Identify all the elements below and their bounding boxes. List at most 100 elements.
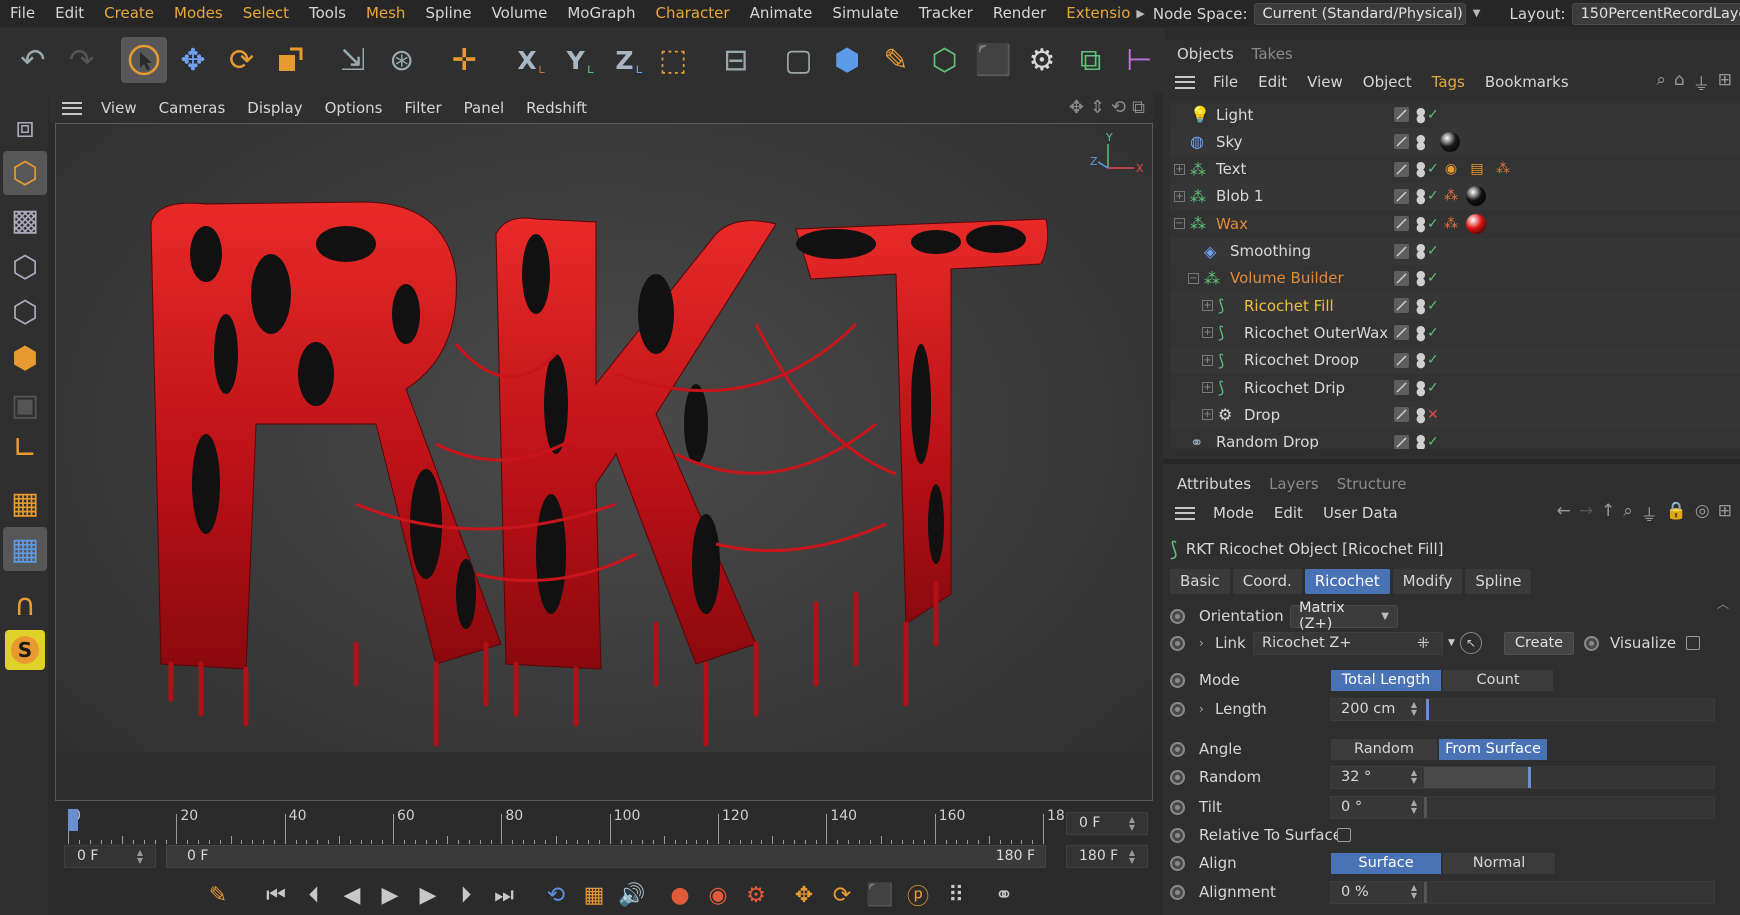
disabled-x-icon[interactable]: ✕ [1427, 407, 1439, 423]
object-row[interactable]: + ⟆ Ricochet Fill ● ● ✓ [1170, 292, 1740, 320]
link-field[interactable]: Ricochet Z+ [1253, 631, 1443, 655]
expand-toggle-icon[interactable]: + [1202, 300, 1213, 312]
layer-edit-toggle[interactable] [1394, 134, 1409, 150]
enabled-check-icon[interactable]: ✓ [1427, 325, 1439, 341]
layer-edit-toggle[interactable] [1394, 380, 1409, 395]
new-window-icon[interactable]: ⊞ [1718, 501, 1732, 526]
render-settings-icon[interactable]: ⊟ [713, 37, 759, 83]
viewport-menu-panel[interactable]: Panel [453, 99, 515, 117]
play-icon[interactable]: ▶ [372, 879, 408, 911]
orientation-dropdown[interactable]: Matrix (Z+) ▼ [1290, 600, 1398, 632]
key-parameter-icon[interactable]: ⓟ [900, 879, 936, 911]
attributes-menu-mode[interactable]: Mode [1203, 504, 1264, 522]
object-row[interactable]: + ⟆ Ricochet Drip ● ● ✓ [1170, 374, 1740, 401]
expand-toggle-icon[interactable]: + [1174, 163, 1185, 175]
layer-edit-toggle[interactable] [1394, 434, 1409, 449]
subtab-coord[interactable]: Coord. [1232, 569, 1302, 594]
stepper-icon[interactable]: ▲ ▼ [1411, 701, 1417, 717]
visualize-checkbox[interactable] [1686, 636, 1700, 650]
objects-menu-file[interactable]: File [1203, 73, 1248, 91]
go-to-end-icon[interactable]: ⏭ [486, 879, 522, 911]
relative-anim-radio[interactable] [1170, 827, 1185, 843]
objects-menu-bookmarks[interactable]: Bookmarks [1475, 73, 1579, 91]
subtab-spline[interactable]: Spline [1465, 569, 1532, 594]
alignment-input[interactable]: 0 % ▲ ▼ [1330, 880, 1422, 904]
forward-arrow-icon[interactable]: → [1579, 501, 1593, 526]
search-icon[interactable]: ⌕ [1623, 501, 1633, 526]
viewport-menu-view[interactable]: View [90, 99, 148, 117]
viewport-menu-filter[interactable]: Filter [393, 99, 452, 117]
menu-create[interactable]: Create [94, 0, 164, 27]
enabled-check-icon[interactable]: ✓ [1427, 380, 1439, 396]
pan-icon[interactable]: ✥ [1069, 97, 1084, 118]
polygon-mode-icon[interactable]: ⬢ [3, 336, 47, 380]
menu-render[interactable]: Render [983, 0, 1056, 27]
layer-edit-toggle[interactable] [1394, 325, 1409, 341]
stepper-icon[interactable]: ▲ ▼ [1129, 848, 1135, 865]
previous-key-icon[interactable]: ⏴ [296, 879, 332, 911]
menu-edit[interactable]: Edit [45, 0, 94, 27]
cloner-icon[interactable]: ⚙ [1019, 37, 1065, 83]
object-row[interactable]: + ⟆ Ricochet Droop ● ● ✓ [1170, 346, 1740, 374]
objects-menu-tags[interactable]: Tags [1422, 73, 1475, 91]
menu-file[interactable]: File [0, 0, 45, 27]
visibility-dots-icon[interactable]: ● ● [1416, 297, 1426, 315]
pen-tool-icon[interactable]: ✎ [873, 37, 919, 83]
link-anim-radio[interactable] [1170, 635, 1185, 651]
menu-tracker[interactable]: Tracker [909, 0, 983, 27]
link-expand-chevron-icon[interactable]: › [1199, 636, 1204, 650]
attributes-menu-edit[interactable]: Edit [1264, 504, 1313, 522]
auto-key-icon[interactable]: ◉ [700, 879, 736, 911]
material-tag-icon[interactable] [1466, 213, 1486, 234]
enabled-check-icon[interactable]: ✓ [1427, 161, 1439, 177]
tab-layers[interactable]: Layers [1261, 475, 1329, 498]
layer-edit-toggle[interactable] [1394, 298, 1409, 314]
menu-animate[interactable]: Animate [740, 0, 823, 27]
menu-simulate[interactable]: Simulate [822, 0, 908, 27]
display-tag-icon[interactable]: ◉ [1440, 159, 1462, 179]
point-mode-icon[interactable]: ⬡ [3, 245, 47, 289]
tilt-slider[interactable] [1423, 795, 1715, 819]
enabled-check-icon[interactable]: ✓ [1427, 352, 1439, 368]
stepper-icon[interactable]: ▲ ▼ [1411, 884, 1417, 900]
random-slider[interactable] [1423, 765, 1715, 789]
object-row[interactable]: 💡 Light ● ● ✓ [1170, 101, 1740, 128]
length-expand-chevron-icon[interactable]: › [1199, 702, 1204, 716]
model-mode-icon[interactable]: ⬡ [3, 151, 47, 195]
sound-icon[interactable]: 🔊 [614, 879, 650, 911]
random-anim-radio[interactable] [1170, 769, 1185, 785]
menu-tools[interactable]: Tools [299, 0, 356, 27]
scale-tool-icon[interactable] [267, 37, 313, 83]
visibility-dots-icon[interactable]: ● ● [1416, 215, 1426, 233]
pick-object-icon[interactable]: ↖ [1460, 632, 1482, 654]
y-axis-lock-icon[interactable]: Yʟ [553, 37, 599, 83]
visibility-dots-icon[interactable]: ● ● [1416, 433, 1426, 449]
viewport-menu-redshift[interactable]: Redshift [515, 99, 598, 117]
menu-mograph[interactable]: MoGraph [557, 0, 645, 27]
viewport-menu-cameras[interactable]: Cameras [148, 99, 237, 117]
expand-toggle-icon[interactable]: + [1202, 354, 1213, 366]
viewport-hamburger-icon[interactable] [62, 101, 82, 115]
visualize-anim-radio[interactable] [1584, 635, 1599, 651]
mode-anim-radio[interactable] [1170, 672, 1185, 688]
objects-menu-edit[interactable]: Edit [1248, 73, 1297, 91]
layer-edit-toggle[interactable] [1394, 352, 1409, 368]
align-normal-button[interactable]: Normal [1442, 851, 1556, 875]
extrude-icon[interactable]: ⬛ [970, 37, 1016, 83]
loop-icon[interactable]: ⟲ [538, 879, 574, 911]
object-row[interactable]: + ⁂ Text ● ● ✓ ◉ ▤ ⁂ [1170, 156, 1740, 183]
objects-menu-object[interactable]: Object [1353, 73, 1422, 91]
previous-frame-icon[interactable]: ◀ [334, 879, 370, 911]
maximize-view-icon[interactable]: ⧉ [1132, 97, 1145, 118]
grid-snap-icon[interactable]: ▦ [3, 527, 47, 571]
viewport-menu-options[interactable]: Options [314, 99, 394, 117]
create-button[interactable]: Create [1504, 631, 1574, 655]
enabled-check-icon[interactable]: ✓ [1427, 298, 1439, 314]
enabled-check-icon[interactable]: ✓ [1427, 216, 1439, 232]
texture-mode-icon[interactable]: ▩ [3, 198, 47, 242]
objects-menu-view[interactable]: View [1297, 73, 1353, 91]
relative-to-surface-checkbox[interactable] [1337, 828, 1351, 842]
world-axis-icon[interactable]: ⬚ [650, 37, 696, 83]
enabled-check-icon[interactable]: ✓ [1427, 270, 1439, 286]
menu-volume[interactable]: Volume [482, 0, 558, 27]
